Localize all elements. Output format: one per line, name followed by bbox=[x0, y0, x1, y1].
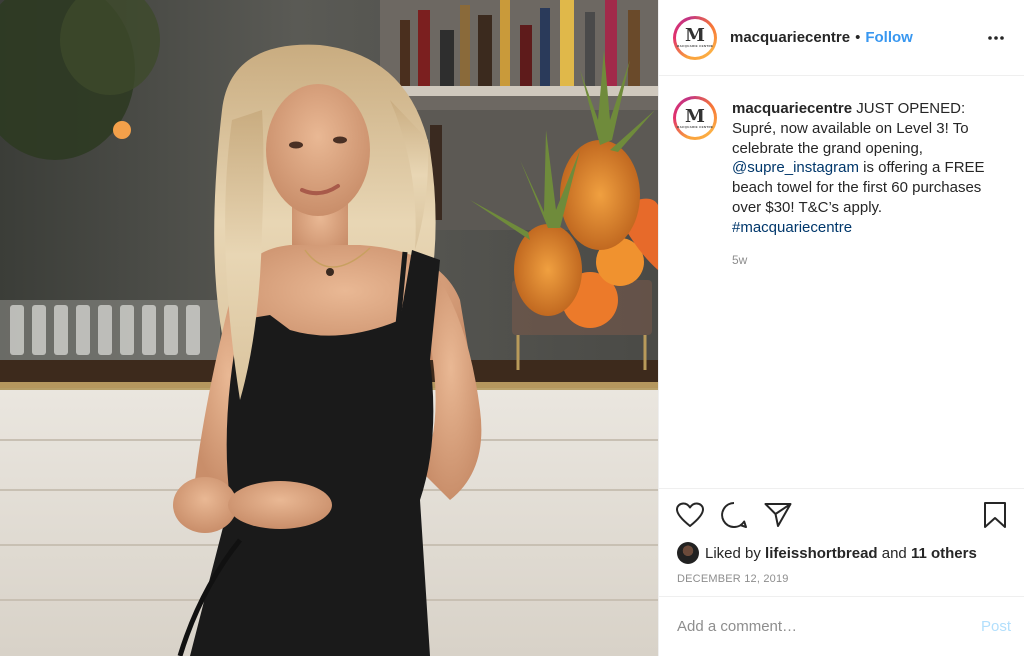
likes-prefix: Liked by bbox=[705, 544, 766, 562]
caption-hashtag-link[interactable]: #macquariecentre bbox=[732, 219, 852, 236]
liker-avatar[interactable] bbox=[677, 542, 699, 564]
caption-row: M MACQUARIE CENTRE macquariecentre JUST … bbox=[673, 96, 1008, 238]
post-side-panel: M MACQUARIE CENTRE macquariecentre • Fol… bbox=[658, 0, 1024, 656]
more-options-icon[interactable] bbox=[984, 26, 1008, 50]
heart-icon[interactable] bbox=[675, 500, 705, 530]
share-icon[interactable] bbox=[763, 500, 793, 530]
photo-illustration bbox=[0, 0, 658, 656]
caption-area: M MACQUARIE CENTRE macquariecentre JUST … bbox=[659, 76, 1024, 489]
profile-avatar[interactable]: M MACQUARIE CENTRE bbox=[673, 15, 717, 60]
caption-avatar-logo-subtext: MACQUARIE CENTRE bbox=[676, 124, 714, 129]
post-header: M MACQUARIE CENTRE macquariecentre • Fol… bbox=[659, 0, 1024, 76]
caption-avatar-logo-letter: M bbox=[685, 105, 705, 127]
comment-bar: Post bbox=[659, 596, 1024, 656]
follow-button[interactable]: Follow bbox=[865, 29, 913, 46]
post-date[interactable]: DECEMBER 12, 2019 bbox=[659, 565, 1024, 595]
liker-username[interactable]: lifeisshortbread bbox=[765, 545, 878, 562]
caption-timestamp[interactable]: 5w bbox=[732, 253, 1008, 267]
caption-avatar[interactable]: M MACQUARIE CENTRE bbox=[673, 96, 717, 140]
action-bar bbox=[659, 489, 1024, 541]
avatar-logo-letter: M bbox=[685, 25, 705, 46]
caption-text: macquariecentre JUST OPENED: Supré, now … bbox=[732, 99, 997, 238]
header-separator-dot: • bbox=[855, 29, 861, 46]
caption-username[interactable]: macquariecentre bbox=[732, 100, 852, 117]
avatar-logo-subtext: MACQUARIE CENTRE bbox=[676, 44, 714, 48]
comment-input[interactable] bbox=[677, 618, 981, 635]
post-photo[interactable] bbox=[0, 0, 658, 656]
post-comment-button[interactable]: Post bbox=[981, 618, 1011, 635]
caption-avatar-logo: M MACQUARIE CENTRE bbox=[676, 99, 714, 137]
comment-icon[interactable] bbox=[719, 500, 749, 530]
header-username[interactable]: macquariecentre bbox=[730, 29, 850, 46]
likes-middle: and bbox=[877, 544, 911, 562]
bookmark-icon[interactable] bbox=[980, 500, 1010, 530]
caption-mention-link[interactable]: @supre_instagram bbox=[732, 159, 859, 176]
likes-others-link[interactable]: 11 others bbox=[911, 545, 977, 562]
avatar-logo: M MACQUARIE CENTRE bbox=[676, 18, 714, 57]
likes-summary: Liked by lifeisshortbread and 11 others bbox=[659, 541, 1024, 565]
